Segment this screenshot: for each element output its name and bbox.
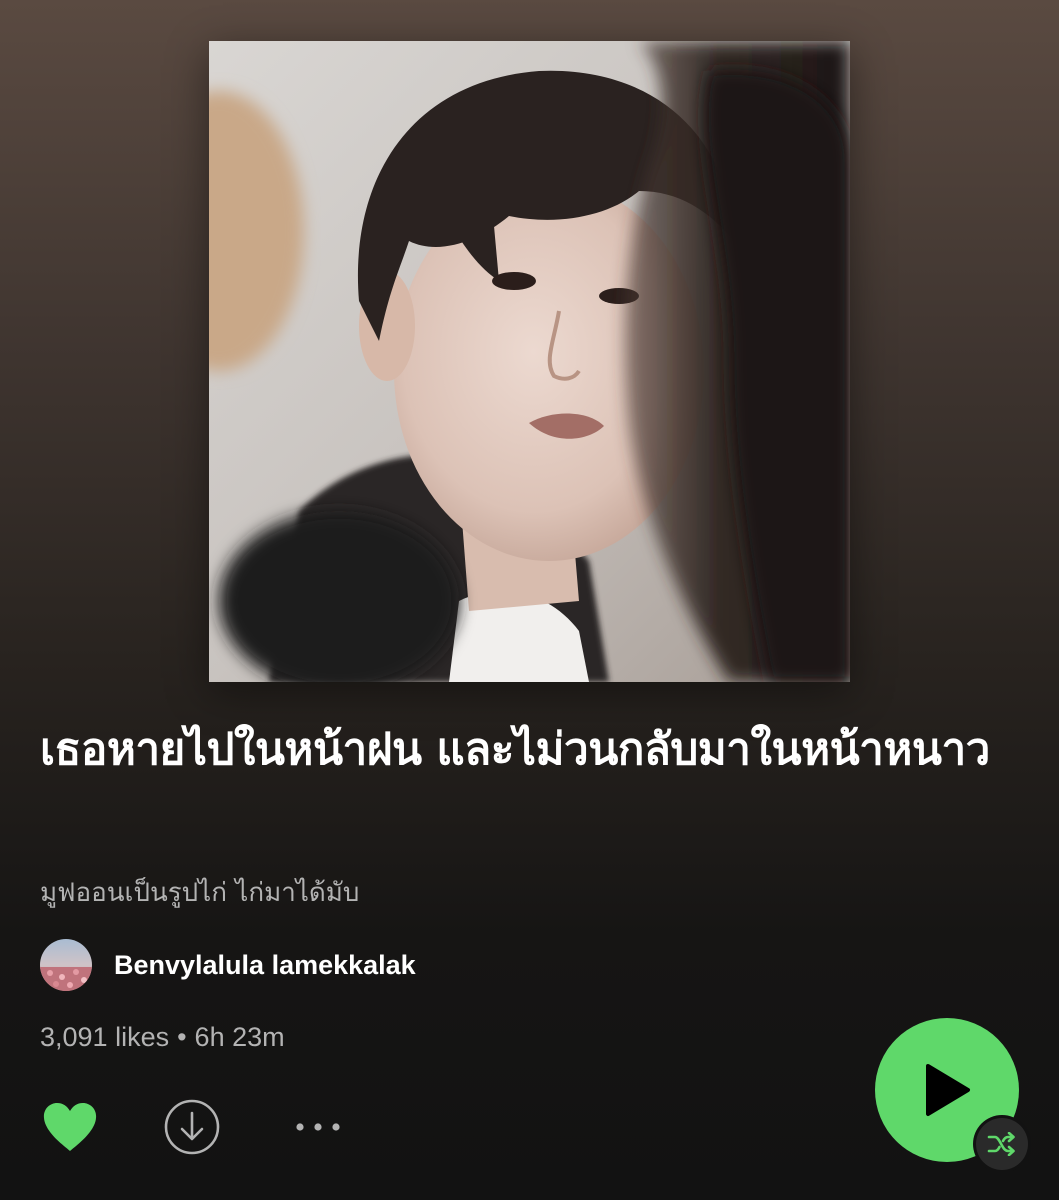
- more-options-button[interactable]: [288, 1097, 348, 1157]
- heart-icon: [43, 1103, 97, 1151]
- owner-avatar[interactable]: [40, 939, 92, 991]
- playlist-duration: 6h 23m: [194, 1022, 285, 1052]
- playlist-description: มูฟออนเป็นรูปไก่ ไก่มาได้มับ: [40, 878, 360, 908]
- playlist-meta: 3,091 likes • 6h 23m: [40, 1022, 285, 1053]
- like-button[interactable]: [40, 1097, 100, 1157]
- more-options-icon: [296, 1123, 340, 1131]
- shuffle-icon: [987, 1132, 1015, 1156]
- action-bar: [40, 1098, 348, 1156]
- shuffle-button[interactable]: [976, 1118, 1028, 1170]
- download-icon: [164, 1099, 220, 1155]
- meta-separator: •: [177, 1022, 187, 1052]
- playlist-title: เธอหายไปในหน้าฝน และไม่วนกลับมาในหน้าหนา…: [40, 724, 990, 775]
- play-icon: [926, 1064, 970, 1116]
- likes-count: 3,091 likes: [40, 1022, 170, 1052]
- playlist-cover-image: [209, 41, 850, 682]
- download-button[interactable]: [162, 1097, 222, 1157]
- playlist-owner[interactable]: Benvylalula lamekkalak: [40, 939, 416, 991]
- owner-name[interactable]: Benvylalula lamekkalak: [114, 950, 416, 981]
